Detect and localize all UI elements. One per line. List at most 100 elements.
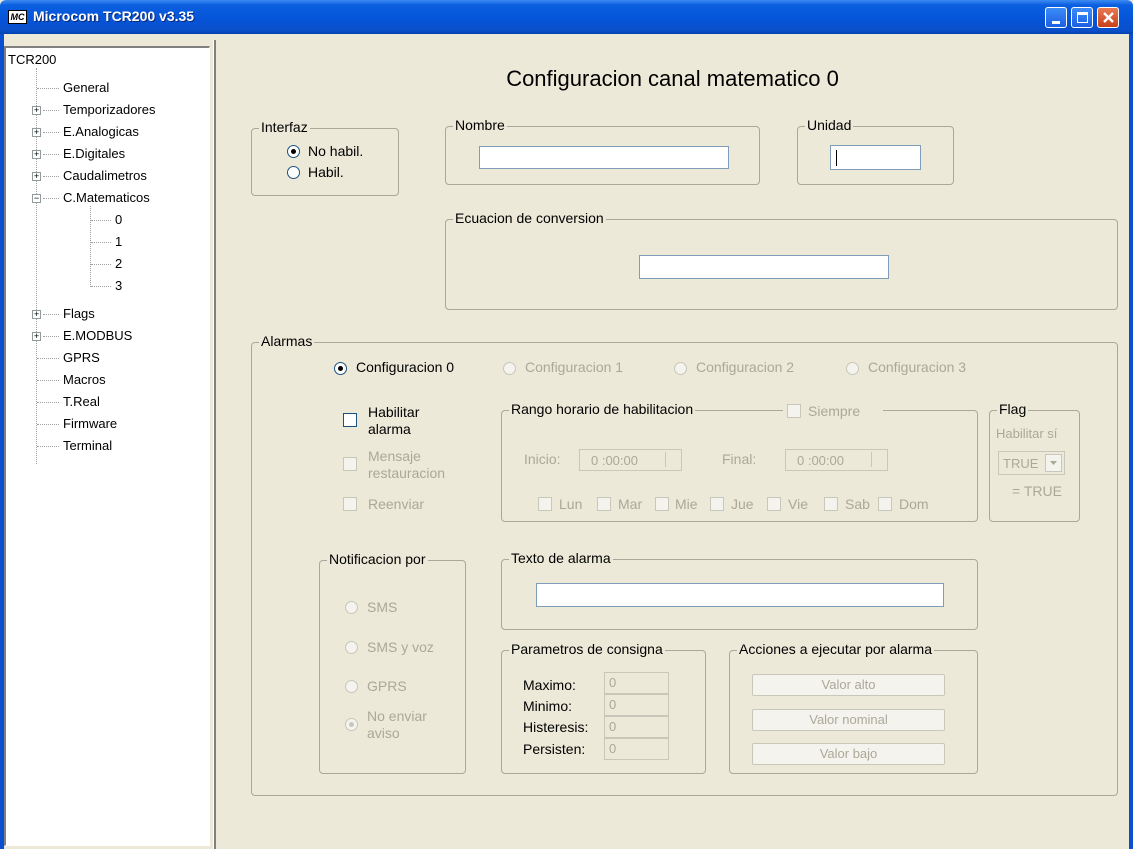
tree-item-general[interactable]: General [63, 80, 109, 95]
day-checkbox-dom[interactable] [878, 497, 892, 511]
flag-select[interactable]: TRUE [998, 451, 1065, 475]
tree-item-caudalimetros[interactable]: Caudalimetros [63, 168, 147, 183]
day-label-lun[interactable]: Lun [559, 496, 582, 512]
maximize-button[interactable] [1071, 7, 1093, 28]
sms-y-voz-label[interactable]: SMS y voz [367, 639, 434, 655]
day-checkbox-lun[interactable] [538, 497, 552, 511]
final-label: Final: [722, 451, 757, 467]
mensaje-restauracion-label[interactable]: Mensaje restauracion [368, 448, 445, 482]
tree-item-channel-2[interactable]: 2 [115, 256, 122, 271]
minimo-label: Minimo: [523, 698, 573, 714]
tree-connector [43, 110, 59, 111]
sms-label[interactable]: SMS [367, 599, 397, 615]
valor-bajo-button[interactable]: Valor bajo [752, 743, 945, 765]
tree-item-gprs[interactable]: GPRS [63, 350, 100, 365]
configuracion-0-label[interactable]: Configuracion 0 [356, 359, 454, 375]
day-label-mar[interactable]: Mar [618, 496, 642, 512]
dropdown-button[interactable] [1045, 454, 1062, 472]
expand-icon[interactable]: + [32, 106, 41, 115]
expand-icon[interactable]: + [32, 310, 41, 319]
mensaje-restauracion-checkbox[interactable] [343, 457, 357, 471]
tree-item-channel-3[interactable]: 3 [115, 278, 122, 293]
radio-configuracion-1[interactable] [503, 362, 516, 375]
panel-splitter[interactable] [213, 40, 216, 849]
radio-no-enviar-aviso[interactable] [345, 718, 358, 731]
tree-item-channel-0[interactable]: 0 [115, 212, 122, 227]
day-label-dom[interactable]: Dom [899, 496, 929, 512]
navigation-tree[interactable]: TCR200 General + Temporizadores + E.Anal… [4, 46, 210, 846]
ecuacion-legend: Ecuacion de conversion [453, 210, 606, 226]
day-label-sab[interactable]: Sab [845, 496, 870, 512]
expand-icon[interactable]: + [32, 332, 41, 341]
radio-habil[interactable] [287, 166, 300, 179]
radio-configuracion-3[interactable] [846, 362, 859, 375]
tree-item-e-modbus[interactable]: E.MODBUS [63, 328, 132, 343]
day-label-vie[interactable]: Vie [788, 496, 808, 512]
valor-nominal-button[interactable]: Valor nominal [752, 709, 945, 731]
reenviar-label[interactable]: Reenviar [368, 496, 424, 512]
valor-alto-button[interactable]: Valor alto [752, 674, 945, 696]
day-label-jue[interactable]: Jue [731, 496, 754, 512]
tree-item-flags[interactable]: Flags [63, 306, 95, 321]
expand-icon[interactable]: + [32, 150, 41, 159]
radio-gprs[interactable] [345, 680, 358, 693]
inicio-time-picker[interactable]: 0 :00:00 [579, 449, 682, 471]
radio-no-habil[interactable] [287, 145, 300, 158]
spin-arrows-icon[interactable] [665, 452, 679, 467]
radio-sms[interactable] [345, 601, 358, 614]
minimo-input[interactable]: 0 [604, 694, 669, 716]
ecuacion-input[interactable] [639, 255, 889, 279]
expand-icon[interactable]: + [32, 172, 41, 181]
close-button[interactable] [1097, 7, 1119, 28]
configuracion-2-label[interactable]: Configuracion 2 [696, 359, 794, 375]
tree-item-firmware[interactable]: Firmware [63, 416, 117, 431]
day-checkbox-vie[interactable] [767, 497, 781, 511]
day-checkbox-jue[interactable] [710, 497, 724, 511]
minimize-button[interactable] [1045, 7, 1067, 28]
gprs-label[interactable]: GPRS [367, 678, 407, 694]
tree-item-e-analogicas[interactable]: E.Analogicas [63, 124, 139, 139]
reenviar-checkbox[interactable] [343, 497, 357, 511]
spin-arrows-icon[interactable] [871, 452, 885, 467]
no-enviar-aviso-label[interactable]: No enviar aviso [367, 708, 427, 742]
unidad-input[interactable] [830, 145, 921, 170]
final-time-value: 0 :00:00 [797, 453, 844, 468]
final-time-picker[interactable]: 0 :00:00 [785, 449, 888, 471]
window-frame-right [1129, 34, 1133, 849]
tree-item-channel-1[interactable]: 1 [115, 234, 122, 249]
maximo-label: Maximo: [523, 677, 576, 693]
habilitar-alarma-label[interactable]: Habilitar alarma [368, 404, 419, 438]
day-checkbox-mie[interactable] [655, 497, 669, 511]
siempre-checkbox[interactable] [787, 404, 801, 418]
maximo-input[interactable]: 0 [604, 672, 669, 694]
configuracion-1-label[interactable]: Configuracion 1 [525, 359, 623, 375]
radio-sms-y-voz[interactable] [345, 641, 358, 654]
day-label-mie[interactable]: Mie [675, 496, 698, 512]
day-checkbox-mar[interactable] [597, 497, 611, 511]
habil-label[interactable]: Habil. [308, 164, 344, 180]
radio-configuracion-2[interactable] [674, 362, 687, 375]
tree-item-t-real[interactable]: T.Real [63, 394, 100, 409]
tree-item-c-matematicos[interactable]: C.Matematicos [63, 190, 150, 205]
siempre-label[interactable]: Siempre [808, 403, 860, 419]
persisten-input[interactable]: 0 [604, 738, 669, 760]
tree-item-terminal[interactable]: Terminal [63, 438, 112, 453]
radio-dot [349, 722, 354, 727]
collapse-icon[interactable]: − [32, 194, 41, 203]
nombre-input[interactable] [479, 146, 729, 169]
flag-group: Flag Habilitar sí TRUE = TRUE [989, 401, 1080, 522]
habilitar-alarma-checkbox[interactable] [343, 413, 357, 427]
tree-item-macros[interactable]: Macros [63, 372, 106, 387]
unidad-legend: Unidad [805, 117, 854, 133]
tree-item-e-digitales[interactable]: E.Digitales [63, 146, 125, 161]
texto-alarma-input[interactable] [536, 583, 944, 607]
tree-root[interactable]: TCR200 [8, 52, 56, 67]
configuracion-3-label[interactable]: Configuracion 3 [868, 359, 966, 375]
no-habil-label[interactable]: No habil. [308, 143, 363, 159]
tree-connector [90, 206, 91, 287]
histeresis-input[interactable]: 0 [604, 716, 669, 738]
radio-configuracion-0[interactable] [334, 362, 347, 375]
day-checkbox-sab[interactable] [824, 497, 838, 511]
expand-icon[interactable]: + [32, 128, 41, 137]
tree-item-temporizadores[interactable]: Temporizadores [63, 102, 156, 117]
